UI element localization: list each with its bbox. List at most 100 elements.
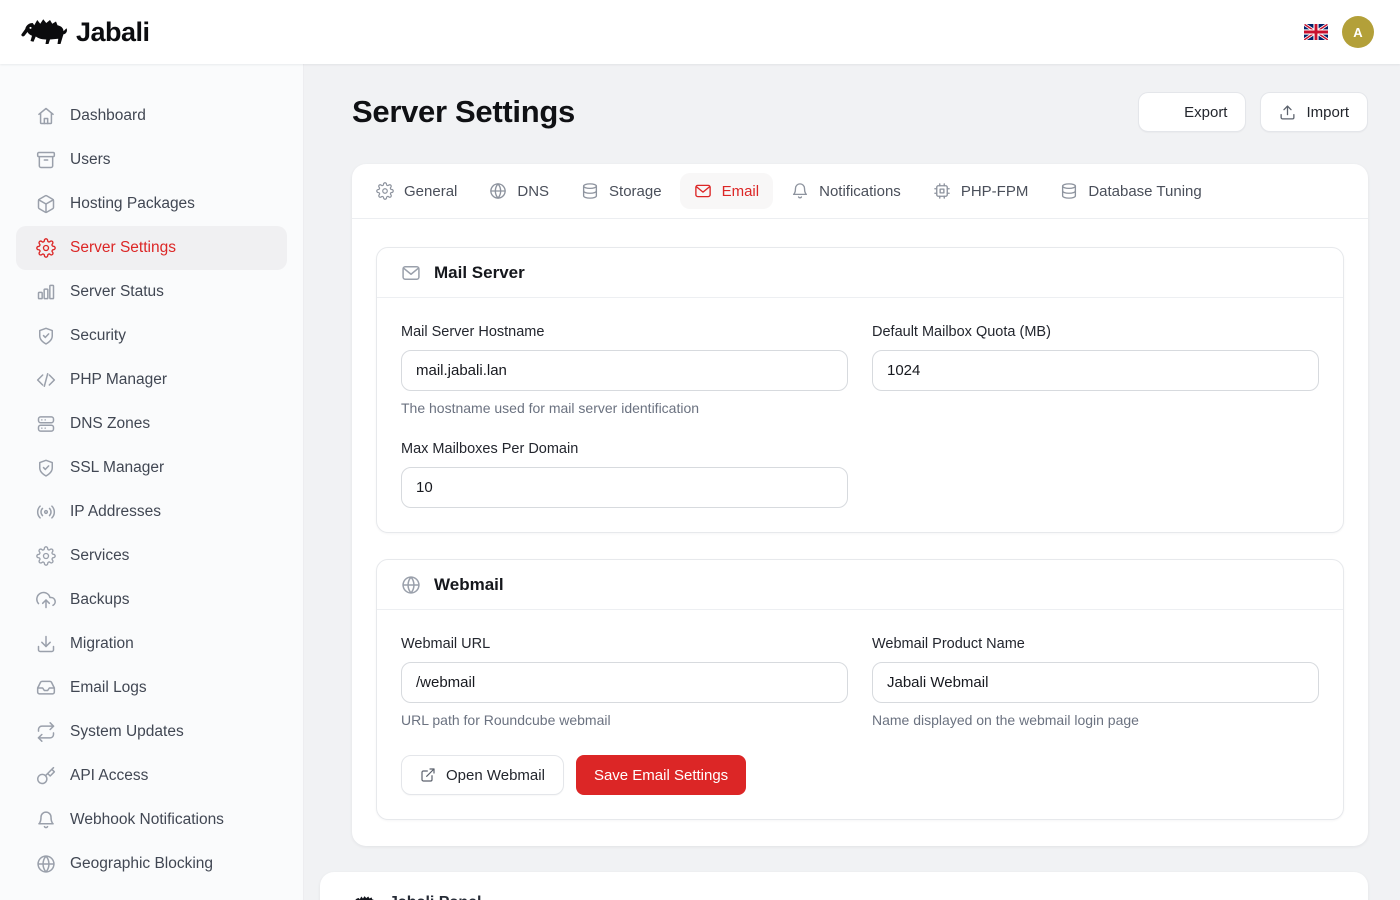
sidebar-item-php-manager[interactable]: PHP Manager	[16, 358, 287, 402]
sidebar-item-label: System Updates	[70, 723, 184, 741]
field-help-text: URL path for Roundcube webmail	[401, 711, 848, 729]
field-webmail-url: Webmail URLURL path for Roundcube webmai…	[401, 634, 848, 729]
field-help-text: Name displayed on the webmail login page	[872, 711, 1319, 729]
open-webmail-button[interactable]: Open Webmail	[401, 755, 564, 795]
sidebar-item-dns-zones[interactable]: DNS Zones	[16, 402, 287, 446]
radio-icon	[36, 502, 56, 522]
sidebar-item-server-status[interactable]: Server Status	[16, 270, 287, 314]
tab-dns[interactable]: DNS	[475, 173, 563, 209]
bell-icon	[791, 182, 809, 200]
bell-icon	[36, 810, 56, 830]
mail-icon	[401, 263, 421, 283]
sidebar-item-label: Server Settings	[70, 239, 176, 257]
footer-boar-logo-icon	[352, 894, 378, 900]
tab-label: Email	[722, 183, 760, 200]
sidebar-item-email-logs[interactable]: Email Logs	[16, 666, 287, 710]
download-icon	[36, 634, 56, 654]
download-icon	[1157, 104, 1174, 121]
sidebar-item-label: Services	[70, 547, 129, 565]
default-mailbox-quota-mb-input[interactable]	[872, 350, 1319, 391]
jabali-boar-logo-icon	[20, 15, 68, 49]
gear-icon	[36, 546, 56, 566]
shield-icon	[36, 458, 56, 478]
export-button-label: Export	[1184, 104, 1227, 121]
field-label: Webmail Product Name	[872, 634, 1319, 654]
card-title: Mail Server	[434, 263, 525, 283]
sidebar-item-label: Geographic Blocking	[70, 855, 213, 873]
webmail-url-input[interactable]	[401, 662, 848, 703]
card-header: Mail Server	[377, 248, 1343, 298]
mail-icon	[694, 182, 712, 200]
sidebar-item-label: Dashboard	[70, 107, 146, 125]
field-help-text: The hostname used for mail server identi…	[401, 399, 848, 417]
sidebar-item-geographic-blocking[interactable]: Geographic Blocking	[16, 842, 287, 886]
sidebar-item-label: Backups	[70, 591, 129, 609]
tab-general[interactable]: General	[362, 173, 471, 209]
sidebar: Dashboard UsersHosting Packages Server Set…	[0, 64, 304, 900]
footer-brand: Jabali Panel	[352, 894, 482, 900]
webmail-product-name-input[interactable]	[872, 662, 1319, 703]
home-icon	[36, 106, 56, 126]
globe-icon	[401, 575, 421, 595]
globe-icon	[489, 182, 507, 200]
field-label: Max Mailboxes Per Domain	[401, 439, 848, 459]
sidebar-item-system-updates[interactable]: System Updates	[16, 710, 287, 754]
cloud-upload-icon	[36, 590, 56, 610]
tab-label: PHP-FPM	[961, 183, 1029, 200]
sidebar-item-label: SSL Manager	[70, 459, 164, 477]
sidebar-item-webhook-notifications[interactable]: Webhook Notifications	[16, 798, 287, 842]
section-card-webmail: Webmail Webmail URLURL path for Roundcube…	[376, 559, 1344, 820]
sidebar-item-services[interactable]: Services	[16, 534, 287, 578]
sidebar-item-ip-addresses[interactable]: IP Addresses	[16, 490, 287, 534]
sidebar-item-server-settings[interactable]: Server Settings	[16, 226, 287, 270]
tab-php-fpm[interactable]: PHP-FPM	[919, 173, 1043, 209]
tab-label: DNS	[517, 183, 549, 200]
export-button[interactable]: Export	[1138, 92, 1246, 132]
brand[interactable]: Jabali	[20, 15, 150, 49]
settings-tabbar: General DNS Storage Email Notifications PHP-F…	[352, 164, 1368, 219]
page-title: Server Settings	[352, 94, 575, 130]
button-label: Open Webmail	[446, 767, 545, 784]
import-button[interactable]: Import	[1260, 92, 1368, 132]
footer: Jabali Panel	[320, 872, 1368, 900]
sidebar-item-migration[interactable]: Migration	[16, 622, 287, 666]
settings-panel: General DNS Storage Email Notifications PHP-F…	[352, 164, 1368, 846]
save-email-settings-button[interactable]: Save Email Settings	[576, 755, 746, 795]
sidebar-item-security[interactable]: Security	[16, 314, 287, 358]
code-icon	[36, 370, 56, 390]
cpu-icon	[933, 182, 951, 200]
sidebar-item-ssl-manager[interactable]: SSL Manager	[16, 446, 287, 490]
tab-database-tuning[interactable]: Database Tuning	[1046, 173, 1215, 209]
button-label: Save Email Settings	[594, 767, 728, 784]
mail-server-hostname-input[interactable]	[401, 350, 848, 391]
database-icon	[1060, 182, 1078, 200]
sidebar-item-backups[interactable]: Backups	[16, 578, 287, 622]
sidebar-item-users[interactable]: Users	[16, 138, 287, 182]
tab-label: Database Tuning	[1088, 183, 1201, 200]
field-webmail-product-name: Webmail Product Name Name displayed on th…	[872, 634, 1319, 729]
import-button-label: Import	[1306, 104, 1349, 121]
bar-chart-icon	[36, 282, 56, 302]
field-mail-server-hostname: Mail Server Hostname The hostname used fo…	[401, 322, 848, 417]
tab-storage[interactable]: Storage	[567, 173, 676, 209]
tab-label: General	[404, 183, 457, 200]
package-icon	[36, 194, 56, 214]
field-label: Mail Server Hostname	[401, 322, 848, 342]
sidebar-item-api-access[interactable]: API Access	[16, 754, 287, 798]
field-label: Default Mailbox Quota (MB)	[872, 322, 1319, 342]
brand-name: Jabali	[76, 17, 150, 48]
footer-brand-name: Jabali Panel	[389, 894, 482, 900]
sidebar-item-hosting-packages[interactable]: Hosting Packages	[16, 182, 287, 226]
tab-notifications[interactable]: Notifications	[777, 173, 915, 209]
user-avatar[interactable]: A	[1342, 16, 1374, 48]
card-header: Webmail	[377, 560, 1343, 610]
panel-body: Mail Server Mail Server Hostname The hostn…	[352, 219, 1368, 846]
external-link-icon	[420, 767, 436, 783]
uk-flag-icon[interactable]	[1304, 24, 1328, 41]
max-mailboxes-per-domain-input[interactable]	[401, 467, 848, 508]
sidebar-item-label: IP Addresses	[70, 503, 161, 521]
tab-email[interactable]: Email	[680, 173, 774, 209]
field-max-mailboxes-per-domain: Max Mailboxes Per Domain	[401, 439, 848, 508]
sidebar-item-dashboard[interactable]: Dashboard	[16, 94, 287, 138]
sidebar-item-label: Migration	[70, 635, 134, 653]
